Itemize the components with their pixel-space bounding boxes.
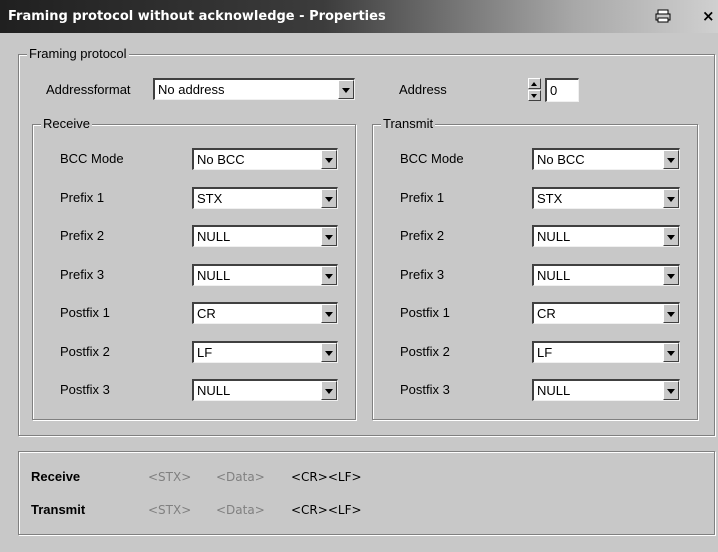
chevron-down-icon bbox=[325, 389, 333, 394]
transmit-postfix-2-label: Postfix 2 bbox=[400, 344, 450, 359]
transmit-prefix-3-dropdown-button[interactable] bbox=[663, 266, 679, 285]
summary-transmit-postfix: <CR><LF> bbox=[291, 503, 362, 517]
receive-prefix-3-select[interactable]: NULL bbox=[192, 264, 338, 286]
summary-receive-prefix: <STX> bbox=[148, 470, 192, 484]
receive-prefix-2-label: Prefix 2 bbox=[60, 228, 105, 243]
transmit-bcc-mode-label: BCC Mode bbox=[400, 151, 464, 166]
transmit-prefix-2-dropdown-button[interactable] bbox=[663, 227, 679, 246]
address-label: Address bbox=[399, 82, 447, 97]
addressformat-dropdown-button[interactable] bbox=[338, 80, 354, 99]
transmit-prefix-3-select[interactable]: NULL bbox=[532, 264, 680, 286]
title-bar: Framing protocol without acknowledge - P… bbox=[0, 0, 718, 33]
chevron-down-icon bbox=[325, 197, 333, 202]
addressformat-value: No address bbox=[158, 82, 225, 97]
transmit-prefix-2-label: Prefix 2 bbox=[400, 228, 445, 243]
receive-prefix-1-label: Prefix 1 bbox=[60, 190, 105, 205]
receive-prefix-2-dropdown-button[interactable] bbox=[321, 227, 337, 246]
transmit-postfix-3-value: NULL bbox=[537, 383, 571, 398]
transmit-prefix-1-value: STX bbox=[537, 191, 563, 206]
transmit-prefix-1-dropdown-button[interactable] bbox=[663, 189, 679, 208]
transmit-prefix-1-label: Prefix 1 bbox=[400, 190, 445, 205]
receive-bcc-mode-value: No BCC bbox=[197, 152, 245, 167]
transmit-group-title: Transmit bbox=[381, 116, 436, 131]
arrow-up-icon bbox=[531, 82, 537, 86]
chevron-down-icon bbox=[342, 88, 350, 93]
receive-prefix-1-value: STX bbox=[197, 191, 223, 206]
receive-postfix-1-label: Postfix 1 bbox=[60, 305, 110, 320]
transmit-bcc-mode-dropdown-button[interactable] bbox=[663, 150, 679, 169]
transmit-postfix-1-label: Postfix 1 bbox=[400, 305, 450, 320]
chevron-down-icon bbox=[325, 274, 333, 279]
transmit-postfix-3-label: Postfix 3 bbox=[400, 382, 450, 397]
chevron-down-icon bbox=[667, 312, 675, 317]
receive-postfix-3-value: NULL bbox=[197, 383, 231, 398]
print-icon[interactable] bbox=[655, 9, 671, 23]
chevron-down-icon bbox=[667, 351, 675, 356]
transmit-prefix-2-select[interactable]: NULL bbox=[532, 225, 680, 247]
receive-postfix-2-value: LF bbox=[197, 345, 213, 360]
receive-group-title: Receive bbox=[41, 116, 92, 131]
receive-postfix-2-label: Postfix 2 bbox=[60, 344, 110, 359]
address-input[interactable]: 0 bbox=[545, 78, 579, 102]
summary-receive-postfix: <CR><LF> bbox=[291, 470, 362, 484]
chevron-down-icon bbox=[325, 158, 333, 163]
transmit-prefix-3-label: Prefix 3 bbox=[400, 267, 445, 282]
chevron-down-icon bbox=[667, 274, 675, 279]
transmit-postfix-3-select[interactable]: NULL bbox=[532, 379, 680, 401]
transmit-postfix-2-dropdown-button[interactable] bbox=[663, 343, 679, 362]
transmit-postfix-1-dropdown-button[interactable] bbox=[663, 304, 679, 323]
receive-bcc-mode-select[interactable]: No BCC bbox=[192, 148, 338, 170]
receive-prefix-2-value: NULL bbox=[197, 229, 231, 244]
summary-transmit-prefix: <STX> bbox=[148, 503, 192, 517]
transmit-postfix-3-dropdown-button[interactable] bbox=[663, 381, 679, 400]
spin-up-button[interactable] bbox=[528, 78, 541, 89]
receive-prefix-1-dropdown-button[interactable] bbox=[321, 189, 337, 208]
chevron-down-icon bbox=[325, 235, 333, 240]
transmit-postfix-2-select[interactable]: LF bbox=[532, 341, 680, 363]
receive-prefix-2-select[interactable]: NULL bbox=[192, 225, 338, 247]
chevron-down-icon bbox=[325, 351, 333, 356]
receive-prefix-1-select[interactable]: STX bbox=[192, 187, 338, 209]
transmit-postfix-1-select[interactable]: CR bbox=[532, 302, 680, 324]
receive-postfix-3-dropdown-button[interactable] bbox=[321, 381, 337, 400]
receive-prefix-3-label: Prefix 3 bbox=[60, 267, 105, 282]
addressformat-select[interactable]: No address bbox=[153, 78, 355, 100]
chevron-down-icon bbox=[667, 235, 675, 240]
receive-prefix-3-value: NULL bbox=[197, 268, 231, 283]
summary-receive-data: <Data> bbox=[216, 470, 265, 484]
chevron-down-icon bbox=[667, 197, 675, 202]
chevron-down-icon bbox=[667, 158, 675, 163]
receive-postfix-1-select[interactable]: CR bbox=[192, 302, 338, 324]
addressformat-label: Addressformat bbox=[46, 82, 131, 97]
summary-panel: Receive <STX> <Data> <CR><LF> Transmit <… bbox=[18, 451, 715, 535]
spin-down-button[interactable] bbox=[528, 90, 541, 101]
window-title: Framing protocol without acknowledge - P… bbox=[8, 9, 386, 24]
transmit-postfix-1-value: CR bbox=[537, 306, 556, 321]
receive-postfix-1-value: CR bbox=[197, 306, 216, 321]
chevron-down-icon bbox=[667, 389, 675, 394]
transmit-postfix-2-value: LF bbox=[537, 345, 553, 360]
close-icon[interactable]: × bbox=[702, 9, 715, 24]
address-value: 0 bbox=[550, 83, 558, 98]
framing-protocol-group-title: Framing protocol bbox=[27, 46, 129, 61]
transmit-prefix-3-value: NULL bbox=[537, 268, 571, 283]
chevron-down-icon bbox=[325, 312, 333, 317]
receive-bcc-mode-dropdown-button[interactable] bbox=[321, 150, 337, 169]
receive-postfix-3-select[interactable]: NULL bbox=[192, 379, 338, 401]
address-spinner[interactable] bbox=[528, 78, 542, 102]
summary-transmit-label: Transmit bbox=[31, 502, 86, 517]
receive-bcc-mode-label: BCC Mode bbox=[60, 151, 124, 166]
receive-postfix-1-dropdown-button[interactable] bbox=[321, 304, 337, 323]
transmit-bcc-mode-value: No BCC bbox=[537, 152, 585, 167]
summary-transmit-data: <Data> bbox=[216, 503, 265, 517]
receive-postfix-2-dropdown-button[interactable] bbox=[321, 343, 337, 362]
summary-receive-label: Receive bbox=[31, 469, 81, 484]
receive-prefix-3-dropdown-button[interactable] bbox=[321, 266, 337, 285]
transmit-bcc-mode-select[interactable]: No BCC bbox=[532, 148, 680, 170]
transmit-prefix-1-select[interactable]: STX bbox=[532, 187, 680, 209]
transmit-prefix-2-value: NULL bbox=[537, 229, 571, 244]
arrow-down-icon bbox=[531, 94, 537, 98]
receive-postfix-2-select[interactable]: LF bbox=[192, 341, 338, 363]
receive-postfix-3-label: Postfix 3 bbox=[60, 382, 110, 397]
